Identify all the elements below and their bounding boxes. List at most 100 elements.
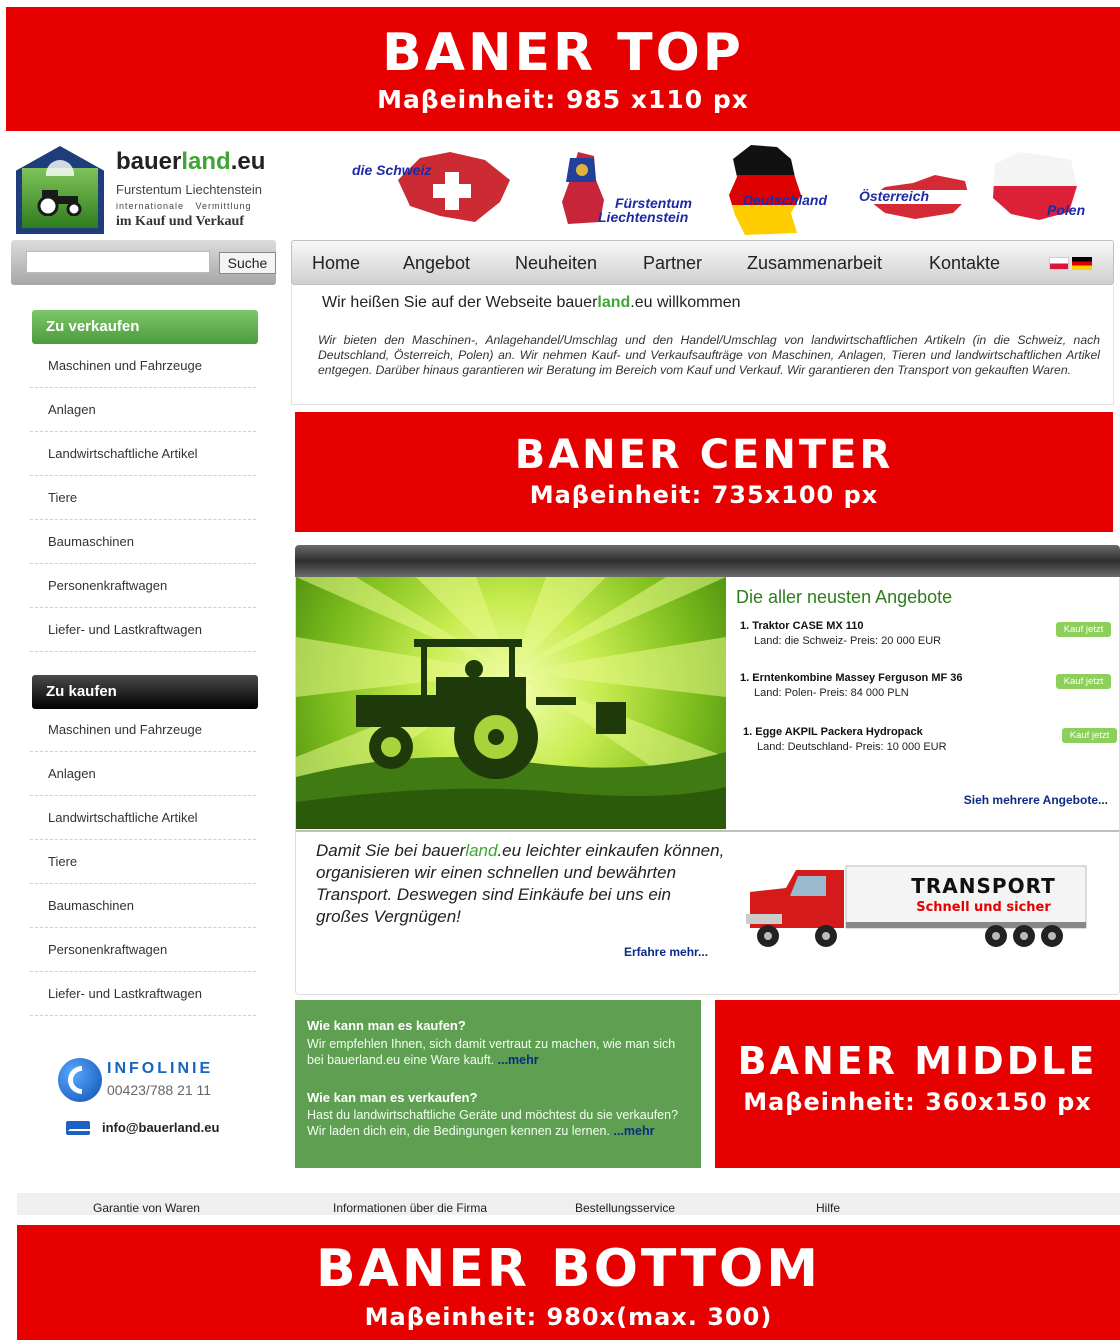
phone-icon xyxy=(58,1058,102,1102)
offer-detail: Land: die Schweiz- Preis: 20 000 EUR xyxy=(754,635,942,647)
email-row: info@bauerland.eu xyxy=(66,1119,266,1139)
offer-detail: Land: Polen- Preis: 84 000 PLN xyxy=(754,687,909,699)
buy-category-item[interactable]: Tiere xyxy=(30,840,256,884)
transport-text: Damit Sie bei bauerland.eu leichter eink… xyxy=(316,841,725,926)
country-label-liechtenstein-2: Liechtenstein xyxy=(598,209,689,225)
buy-category-item[interactable]: Baumaschinen xyxy=(30,884,256,928)
banner-center-size: Maβeinheit: 735x100 px xyxy=(529,481,879,509)
banner-top-size: Maβeinheit: 985 x110 px xyxy=(377,85,749,114)
banner-middle-title: BANER MIDDLE xyxy=(737,1039,1098,1083)
banner-bottom-title: BANER BOTTOM xyxy=(316,1239,821,1299)
country-label-deutschland: Deutschland xyxy=(743,192,828,208)
logo-line-3: im Kauf und Verkauf xyxy=(116,214,244,229)
footer-link-informationen[interactable]: Informationen über die Firma xyxy=(333,1201,487,1215)
nav-neuheiten[interactable]: Neuheiten xyxy=(515,253,597,274)
sell-category-item[interactable]: Baumaschinen xyxy=(30,520,256,564)
howto-sell-more-link[interactable]: ...mehr xyxy=(613,1124,654,1138)
nav-angebot[interactable]: Angebot xyxy=(403,253,470,274)
nav-zusammenarbeit[interactable]: Zusammenarbeit xyxy=(747,253,882,274)
country-link-polen[interactable]: Polen xyxy=(985,150,1095,225)
offer-item: 1. Erntenkombine Massey Ferguson MF 36 L… xyxy=(740,672,1111,712)
howto-panel: Wie kann man es kaufen? Wir empfehlen Ih… xyxy=(295,1000,701,1168)
country-link-deutschland[interactable]: Deutschland xyxy=(725,143,845,238)
site-logo[interactable]: bauerland.eu Furstentum Liechtenstein in… xyxy=(16,146,288,236)
email-link[interactable]: info@bauerland.eu xyxy=(102,1120,219,1135)
buy-category-item[interactable]: Liefer- und Lastkraftwagen xyxy=(30,972,256,1016)
country-link-liechtenstein[interactable]: Fürstentum Liechtenstein xyxy=(560,148,710,228)
nav-home[interactable]: Home xyxy=(312,253,360,274)
page: BANER TOP Maβeinheit: 985 x110 px bauerl… xyxy=(0,0,1120,1340)
search-input[interactable] xyxy=(26,251,210,273)
footer-link-bestellungsservice[interactable]: Bestellungsservice xyxy=(575,1201,675,1215)
offer-detail: Land: Deutschland- Preis: 10 000 EUR xyxy=(757,741,947,753)
footer-link-hilfe[interactable]: Hilfe xyxy=(816,1201,840,1215)
logo-line-2: internationale Vermittlung xyxy=(116,201,252,211)
nav-partner[interactable]: Partner xyxy=(643,253,702,274)
offer-item: 1. Egge AKPIL Packera Hydropack Land: De… xyxy=(743,726,1117,766)
offer-name[interactable]: 1. Erntenkombine Massey Ferguson MF 36 xyxy=(740,672,963,684)
howto-buy-text: Wir empfehlen Ihnen, sich damit vertraut… xyxy=(307,1037,676,1067)
welcome-text: Wir bieten den Maschinen-, Anlagehandel/… xyxy=(318,333,1100,377)
buy-now-button[interactable]: Kauf jetzt xyxy=(1056,622,1111,637)
main-nav: Home Angebot Neuheiten Partner Zusammena… xyxy=(291,240,1114,285)
banner-top-title: BANER TOP xyxy=(382,23,744,83)
nav-kontakte[interactable]: Kontakte xyxy=(929,253,1000,274)
banner-center-title: BANER CENTER xyxy=(514,432,894,478)
buy-now-button[interactable]: Kauf jetzt xyxy=(1056,674,1111,689)
transport-more-link[interactable]: Erfahre mehr... xyxy=(624,945,708,959)
sell-category-item[interactable]: Liefer- und Lastkraftwagen xyxy=(30,608,256,652)
buy-now-button[interactable]: Kauf jetzt xyxy=(1062,728,1117,743)
howto-buy-title: Wie kann man es kaufen? xyxy=(307,1018,466,1033)
welcome-section: Wir heißen Sie auf der Webseite bauerlan… xyxy=(291,285,1114,405)
country-link-schweiz[interactable]: die Schweiz xyxy=(350,148,515,228)
country-link-oesterreich[interactable]: Österreich xyxy=(855,168,975,223)
buy-category-header: Zu kaufen xyxy=(32,675,258,709)
tractor-logo-icon xyxy=(16,146,104,234)
welcome-title: Wir heißen Sie auf der Webseite bauerlan… xyxy=(322,294,741,311)
howto-buy-more-link[interactable]: ...mehr xyxy=(498,1053,539,1067)
search-button[interactable]: Suche xyxy=(219,252,276,274)
mail-icon xyxy=(66,1121,90,1135)
sell-category-list: Maschinen und Fahrzeuge Anlagen Landwirt… xyxy=(30,344,256,652)
sell-category-item[interactable]: Maschinen und Fahrzeuge xyxy=(30,344,256,388)
footer-links: Garantie von Waren Informationen über di… xyxy=(17,1193,1120,1215)
polish-flag-icon[interactable] xyxy=(1049,257,1069,270)
banner-bottom[interactable]: BANER BOTTOM Maβeinheit: 980x(max. 300) xyxy=(17,1225,1120,1340)
buy-category-item[interactable]: Landwirtschaftliche Artikel xyxy=(30,796,256,840)
truck-title: TRANSPORT xyxy=(911,874,1056,898)
footer-link-garantie[interactable]: Garantie von Waren xyxy=(93,1201,200,1215)
transport-panel: Damit Sie bei bauerland.eu leichter eink… xyxy=(295,830,1120,995)
country-label-schweiz: die Schweiz xyxy=(352,162,432,178)
sell-category-header: Zu verkaufen xyxy=(32,310,258,344)
buy-category-item[interactable]: Anlagen xyxy=(30,752,256,796)
sell-category-item[interactable]: Personenkraftwagen xyxy=(30,564,256,608)
infoline-phone[interactable]: 00423/788 21 11 xyxy=(107,1082,211,1098)
howto-sell-title: Wie kan man es verkaufen? xyxy=(307,1090,478,1105)
germany-map-icon xyxy=(729,145,801,235)
country-label-oesterreich: Österreich xyxy=(859,188,930,204)
sell-category-item[interactable]: Landwirtschaftliche Artikel xyxy=(30,432,256,476)
infoline: INFOLINIE 00423/788 21 11 xyxy=(58,1058,258,1108)
sell-category-item[interactable]: Tiere xyxy=(30,476,256,520)
buy-category-item[interactable]: Maschinen und Fahrzeuge xyxy=(30,708,256,752)
truck-subtitle: Schnell und sicher xyxy=(916,900,1051,915)
sell-category-item[interactable]: Anlagen xyxy=(30,388,256,432)
more-offers-link[interactable]: Sieh mehrere Angebote... xyxy=(964,793,1108,807)
offers-header-bar xyxy=(295,545,1120,577)
logo-brand: bauerland.eu xyxy=(116,148,266,175)
banner-top[interactable]: BANER TOP Maβeinheit: 985 x110 px xyxy=(6,7,1120,131)
search-box: Suche xyxy=(11,240,276,285)
german-flag-icon[interactable] xyxy=(1072,257,1092,270)
buy-category-list: Maschinen und Fahrzeuge Anlagen Landwirt… xyxy=(30,708,256,1016)
buy-category-item[interactable]: Personenkraftwagen xyxy=(30,928,256,972)
offer-name[interactable]: 1. Traktor CASE MX 110 xyxy=(740,620,864,632)
truck-image: TRANSPORT Schnell und sicher xyxy=(746,862,1106,952)
offer-name[interactable]: 1. Egge AKPIL Packera Hydropack xyxy=(743,726,923,738)
infoline-label: INFOLINIE xyxy=(107,1060,214,1077)
banner-bottom-size: Maβeinheit: 980x(max. 300) xyxy=(364,1303,773,1331)
tractor-image xyxy=(296,577,726,829)
language-switcher xyxy=(1049,257,1093,271)
banner-middle[interactable]: BANER MIDDLE Maβeinheit: 360x150 px xyxy=(715,1000,1120,1168)
banner-middle-size: Maβeinheit: 360x150 px xyxy=(743,1088,1092,1116)
banner-center[interactable]: BANER CENTER Maβeinheit: 735x100 px xyxy=(295,412,1113,532)
